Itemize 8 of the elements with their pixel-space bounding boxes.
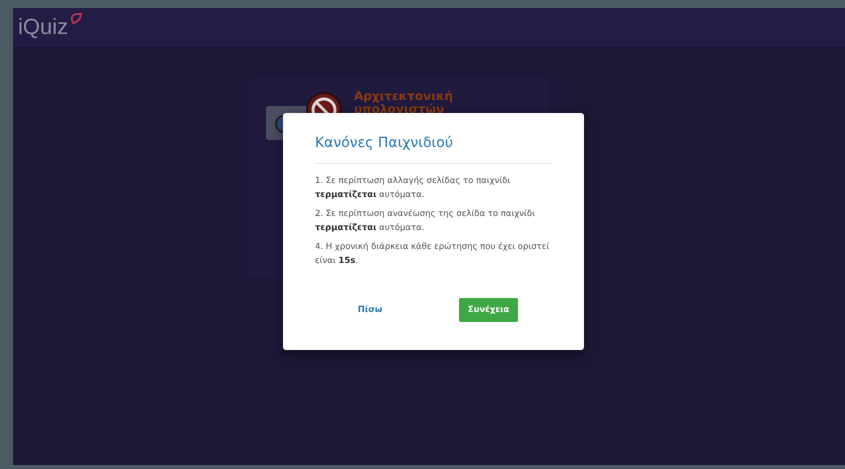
rule-text: 2. Σε περίπτωση ανανέωσης της σελίδα το παιχνίδι τερματίζεται αυτόματα. [315,208,536,235]
continue-button[interactable]: Συνέχεια [458,298,518,322]
rule-text: 4. Η χρονική διάρκεια κάθε ερώτησης που έχει οριστεί είναι 15s. [315,241,550,268]
rule-text: 1. Σε περίπτωση αλλαγής σελίδας το παιχνίδι τερματίζεται αυτόματα. [315,175,512,202]
logo[interactable]: iQuiz [18,14,68,40]
logo-mark-icon [69,12,84,26]
back-button[interactable]: Πίσω [348,298,392,322]
dialog-title: Κανόνες Παιχνιδιού [315,135,454,153]
